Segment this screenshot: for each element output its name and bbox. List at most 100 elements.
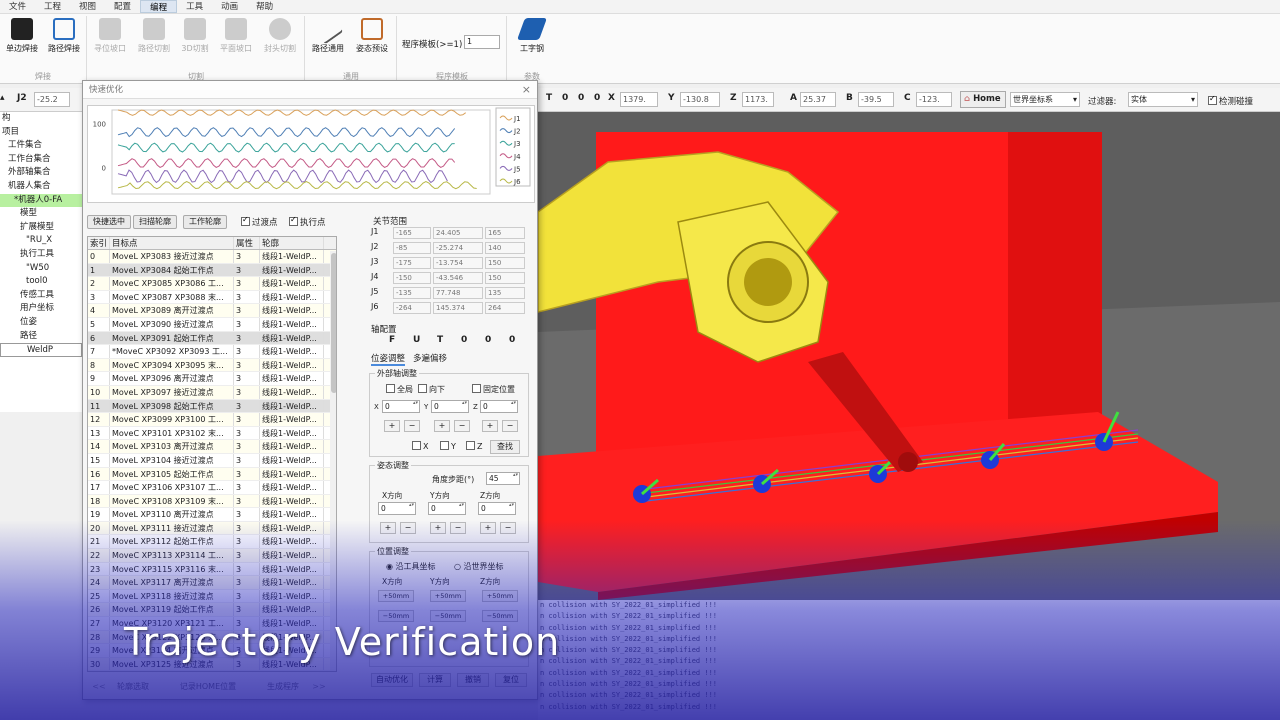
x-field[interactable]: 1379.	[620, 92, 658, 107]
pose-x-minus[interactable]: −	[400, 522, 416, 534]
table-row[interactable]: 2 MoveC XP3085 XP3086 工... 3 线段1-WeldP...	[88, 277, 336, 291]
ext-y-plus[interactable]: +	[434, 420, 450, 432]
ext-x-minus[interactable]: −	[404, 420, 420, 432]
exec-points-checkbox[interactable]: 执行点	[289, 215, 326, 228]
global-checkbox[interactable]: 全局	[386, 384, 413, 395]
table-row[interactable]: 16 MoveL XP3105 起始工作点 3 线段1-WeldP...	[88, 467, 336, 482]
path-general-button[interactable]: 路径通用	[306, 13, 350, 54]
a-field[interactable]: 25.37	[800, 92, 836, 107]
table-row[interactable]: 26 MoveL XP3119 起始工作点 3 线段1-WeldP...	[88, 603, 336, 618]
z-field[interactable]: 1173.	[742, 92, 774, 107]
table-row[interactable]: 11 MoveL XP3098 起始工作点 3 线段1-WeldP...	[88, 399, 336, 414]
ext-z-minus[interactable]: −	[502, 420, 518, 432]
table-row[interactable]: 8 MoveC XP3094 XP3095 末... 3 线段1-WeldP...	[88, 358, 336, 373]
frame-select[interactable]: 世界坐标系 ▾	[1010, 92, 1080, 107]
prev-button[interactable]: <<	[91, 681, 107, 695]
table-row[interactable]: 19 MoveL XP3110 离开过渡点 3 线段1-WeldP...	[88, 508, 336, 522]
table-row[interactable]: 0 MoveL XP3083 接近过渡点 3 线段1-WeldP...	[88, 250, 336, 264]
table-scrollbar[interactable]	[330, 251, 336, 671]
table-row[interactable]: 15 MoveL XP3104 接近过渡点 3 线段1-WeldP...	[88, 453, 336, 468]
menu-item[interactable]: 编程	[140, 0, 178, 13]
tree-item[interactable]: "W50	[0, 262, 82, 276]
tree-item[interactable]: 路径	[0, 330, 82, 344]
gen-program-button[interactable]: 生成程序	[259, 681, 307, 695]
tree-item[interactable]: 模型	[0, 207, 82, 221]
pose-y-input[interactable]: 0	[428, 502, 466, 515]
b-field[interactable]: -39.5	[858, 92, 894, 107]
tree-item[interactable]: tool0	[0, 275, 82, 289]
head-cut-button[interactable]: 封头切割	[258, 18, 302, 54]
table-row[interactable]: 1 MoveL XP3084 起始工作点 3 线段1-WeldP...	[88, 263, 336, 278]
find-button[interactable]: 查找	[490, 440, 520, 454]
plane-groove-button[interactable]: 平面坡口	[216, 18, 256, 54]
tree-item[interactable]: 扩展模型	[0, 221, 82, 235]
tree-item[interactable]: "RU_X	[0, 234, 82, 248]
filter-select[interactable]: 实体 ▾	[1128, 92, 1198, 107]
table-row[interactable]: 7 *MoveC XP3092 XP3093 工... 3 线段1-WeldP...	[88, 345, 336, 359]
table-row[interactable]: 9 MoveL XP3096 离开过渡点 3 线段1-WeldP...	[88, 372, 336, 386]
tree-item[interactable]: *机器人0-FA	[0, 193, 82, 208]
y-field[interactable]: -130.8	[680, 92, 720, 107]
tree-item[interactable]: 外部轴集合	[0, 166, 82, 180]
undo-button[interactable]: 撤销	[457, 673, 489, 687]
calculate-button[interactable]: 计算	[419, 673, 451, 687]
pose-x-plus[interactable]: +	[380, 522, 396, 534]
i-beam-button[interactable]: 工字钢	[512, 18, 552, 54]
reset-button[interactable]: 复位	[495, 673, 527, 687]
table-row[interactable]: 18 MoveC XP3108 XP3109 末... 3 线段1-WeldP...	[88, 494, 336, 509]
work-contour-button[interactable]: 工作轮廓	[183, 215, 227, 229]
table-row[interactable]: 5 MoveL XP3090 接近过渡点 3 线段1-WeldP...	[88, 317, 336, 332]
3d-viewport[interactable]	[538, 112, 1280, 600]
x-checkbox[interactable]: X	[412, 441, 428, 451]
world-frame-radio[interactable]: ○ 沿世界坐标	[454, 561, 504, 572]
record-home-button[interactable]: 记录HOME位置	[173, 681, 243, 695]
seek-groove-button[interactable]: 寻位坡口	[90, 18, 130, 54]
cut-3d-button[interactable]: 3D切割	[176, 18, 214, 54]
scan-contour-button[interactable]: 扫描轮廓	[133, 215, 177, 229]
table-row[interactable]: 23 MoveC XP3115 XP3116 末... 3 线段1-WeldP...	[88, 562, 336, 577]
fixed-pos-checkbox[interactable]: 固定位置	[472, 384, 515, 395]
j2-field[interactable]: -25.2	[34, 92, 70, 107]
z-checkbox[interactable]: Z	[466, 441, 482, 451]
home-button[interactable]: ⌂ Home	[960, 91, 1006, 108]
tree-item[interactable]: 用户坐标	[0, 302, 82, 316]
table-row[interactable]: 12 MoveC XP3099 XP3100 工... 3 线段1-WeldP...	[88, 413, 336, 427]
table-row[interactable]: 4 MoveL XP3089 离开过渡点 3 线段1-WeldP...	[88, 304, 336, 318]
ext-x-input[interactable]: 0	[382, 400, 420, 413]
tree-item[interactable]: 项目	[0, 126, 82, 140]
tab-multi-offset[interactable]: 多遍偏移	[413, 352, 447, 364]
tab-pose[interactable]: 位姿调整	[371, 352, 406, 366]
collision-checkbox[interactable]: 检测碰撞	[1208, 94, 1253, 107]
table-row[interactable]: 20 MoveL XP3111 接近过渡点 3 线段1-WeldP...	[88, 521, 336, 536]
quick-select-button[interactable]: 快捷选中	[87, 215, 131, 229]
close-icon[interactable]: ×	[522, 83, 531, 96]
c-field[interactable]: -123.	[916, 92, 952, 107]
tree-item[interactable]: 位姿	[0, 316, 82, 330]
ext-x-plus[interactable]: +	[384, 420, 400, 432]
menu-item[interactable]: 文件	[0, 0, 35, 13]
tree-item[interactable]: 构	[0, 112, 82, 126]
auto-optimize-button[interactable]: 自动优化	[371, 673, 413, 687]
table-row[interactable]: 10 MoveL XP3097 接近过渡点 3 线段1-WeldP...	[88, 385, 336, 400]
y-checkbox[interactable]: Y	[440, 441, 456, 451]
pose-y-minus[interactable]: −	[450, 522, 466, 534]
tree-item[interactable]: 工件集合	[0, 139, 82, 153]
down-checkbox[interactable]: 向下	[418, 384, 445, 395]
tree-item[interactable]: 机器人集合	[0, 180, 82, 194]
pose-y-plus[interactable]: +	[430, 522, 446, 534]
path-weld-button[interactable]: 路径焊接	[44, 18, 84, 54]
tree-item[interactable]: WeldP	[0, 343, 82, 357]
tree-item[interactable]: 工作台集合	[0, 153, 82, 167]
single-weld-button[interactable]: 单边焊接	[2, 18, 42, 54]
ext-y-minus[interactable]: −	[454, 420, 470, 432]
menu-item[interactable]: 工具	[177, 0, 212, 13]
ext-z-plus[interactable]: +	[482, 420, 498, 432]
table-row[interactable]: 22 MoveC XP3113 XP3114 工... 3 线段1-WeldP...	[88, 549, 336, 563]
pose-z-plus[interactable]: +	[480, 522, 496, 534]
pose-z-minus[interactable]: −	[500, 522, 516, 534]
step-input[interactable]: 45	[486, 472, 520, 485]
next-button[interactable]: >>	[311, 681, 327, 695]
pose-preset-button[interactable]: 姿态预设	[352, 18, 392, 54]
table-row[interactable]: 14 MoveL XP3103 离开过渡点 3 线段1-WeldP...	[88, 440, 336, 454]
table-row[interactable]: 6 MoveL XP3091 起始工作点 3 线段1-WeldP...	[88, 331, 336, 346]
